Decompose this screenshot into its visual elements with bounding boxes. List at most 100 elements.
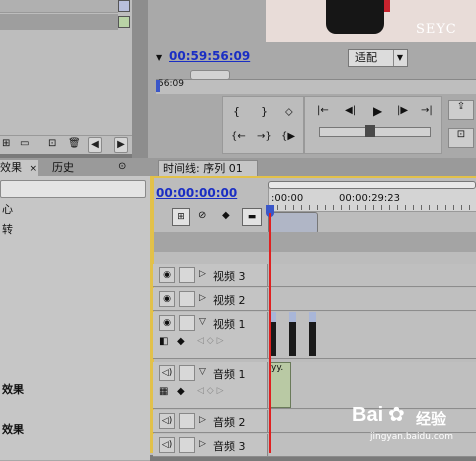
- lock-toggle[interactable]: [179, 437, 195, 453]
- eye-icon[interactable]: ◉: [159, 267, 175, 283]
- track-content[interactable]: [269, 288, 476, 310]
- timeline-tab[interactable]: 时间线: 序列 01 ×: [158, 160, 258, 191]
- close-icon[interactable]: ×: [26, 164, 38, 174]
- expand-track-icon[interactable]: ▷: [199, 415, 206, 425]
- step-back-icon[interactable]: ◀|: [345, 105, 356, 116]
- work-area-region[interactable]: [268, 212, 318, 234]
- effects-search-input[interactable]: [0, 180, 146, 198]
- collapse-track-icon[interactable]: ▽: [199, 317, 206, 327]
- keyframe-nav-icon[interactable]: ◁ ◇ ▷: [197, 336, 224, 346]
- play-in-out-icon[interactable]: {▶: [281, 131, 295, 142]
- effects-list-item[interactable]: [0, 280, 150, 301]
- watermark-brand-tail: 经验: [416, 410, 447, 428]
- track-label: 音频 3: [213, 440, 246, 453]
- lock-toggle[interactable]: [179, 267, 195, 283]
- source-playhead[interactable]: [156, 80, 160, 92]
- effects-list-item[interactable]: [0, 340, 150, 361]
- panel-divider[interactable]: [132, 0, 148, 160]
- export-frame-button[interactable]: ⊡: [448, 128, 474, 148]
- track-video[interactable]: ◉ ▽ 视频 1 ◧ ◆ ◁ ◇ ▷: [153, 312, 476, 359]
- timeline-timecode[interactable]: 00:00:00:00: [156, 186, 237, 200]
- tab-history[interactable]: 历史: [52, 161, 74, 175]
- track-video[interactable]: ◉ ▷ 视频 2: [153, 288, 476, 311]
- waveform-icon[interactable]: ▦: [159, 386, 168, 397]
- track-content[interactable]: [269, 312, 476, 358]
- folder-icon[interactable]: ▭: [20, 138, 29, 149]
- go-to-out-icon[interactable]: →}: [257, 131, 272, 142]
- lock-toggle[interactable]: [179, 413, 195, 429]
- forward-arrow-icon[interactable]: ▶: [114, 137, 128, 153]
- source-ruler[interactable]: 56:09: [156, 70, 476, 94]
- effects-list-item[interactable]: 效果: [0, 420, 150, 441]
- track-video[interactable]: ◉ ▷ 视频 3: [153, 264, 476, 287]
- monitor-panel: SEYC ▼ 00:59:56:09 适配 ▼ 56:09 { } ⬦ {← →…: [148, 0, 476, 158]
- trash-icon[interactable]: 🗑: [68, 138, 81, 149]
- expand-track-icon[interactable]: ▷: [199, 269, 206, 279]
- video-figure: [326, 0, 384, 34]
- video-clip[interactable]: [309, 312, 316, 356]
- effects-list-item[interactable]: [0, 240, 150, 261]
- work-area-icon[interactable]: ▬: [242, 208, 262, 226]
- tab-effects[interactable]: 效果 ×: [0, 160, 38, 176]
- color-swatch: [118, 0, 130, 12]
- eye-icon[interactable]: ◉: [159, 315, 175, 331]
- lock-toggle[interactable]: [179, 315, 195, 331]
- track-content[interactable]: [269, 264, 476, 286]
- effects-list-item[interactable]: [0, 300, 150, 321]
- jog-shuttle[interactable]: [319, 127, 431, 137]
- keyframe-nav-icon[interactable]: ◁ ◇ ▷: [197, 386, 224, 396]
- show-keyframes-icon[interactable]: ◆: [177, 336, 185, 347]
- panel-menu-icon[interactable]: ⊙: [118, 161, 126, 172]
- video-clip[interactable]: [289, 312, 296, 356]
- back-arrow-icon[interactable]: ◀: [88, 137, 102, 153]
- timeline-playhead-line[interactable]: [269, 213, 271, 453]
- list-icon[interactable]: ⊞: [2, 138, 10, 149]
- speaker-icon[interactable]: ◁): [159, 413, 175, 429]
- mark-in-icon[interactable]: {: [233, 105, 240, 118]
- effects-list-item[interactable]: 心: [0, 200, 150, 221]
- lift-button[interactable]: ⇪: [448, 100, 474, 120]
- timeline-ruler[interactable]: :00:00 00:00:29:23: [268, 186, 476, 212]
- speaker-icon[interactable]: ◁): [159, 437, 175, 453]
- expand-track-icon[interactable]: ▷: [199, 293, 206, 303]
- audio-clip[interactable]: yy.: [269, 362, 291, 408]
- go-to-in-icon[interactable]: {←: [231, 131, 246, 142]
- expand-track-icon[interactable]: ▷: [199, 439, 206, 449]
- set-marker-icon[interactable]: ⊘: [198, 210, 206, 221]
- project-row[interactable]: [0, 0, 118, 13]
- keyframe-icon[interactable]: ◆: [222, 210, 230, 221]
- mark-out-icon[interactable]: }: [261, 105, 268, 118]
- collapse-track-icon[interactable]: ▽: [199, 367, 206, 377]
- display-style-icon[interactable]: ◧: [159, 336, 168, 347]
- effects-list-item[interactable]: [0, 360, 150, 381]
- step-to-end-icon[interactable]: →|: [421, 105, 433, 116]
- speaker-icon[interactable]: ◁): [159, 365, 175, 381]
- lock-toggle[interactable]: [179, 291, 195, 307]
- new-item-icon[interactable]: ⊡: [48, 138, 56, 149]
- play-icon[interactable]: ▶: [373, 104, 382, 118]
- project-row-selected[interactable]: [0, 14, 118, 30]
- snap-button[interactable]: ⊞: [172, 208, 190, 226]
- effects-list-item[interactable]: 转: [0, 220, 150, 241]
- effects-list-item[interactable]: [0, 440, 150, 461]
- fit-dropdown[interactable]: 适配 ▼: [348, 49, 408, 67]
- show-keyframes-icon[interactable]: ◆: [177, 386, 185, 397]
- effects-list-item[interactable]: [0, 260, 150, 281]
- effects-list-item-label: 转: [2, 223, 13, 236]
- track-header-strip: [154, 232, 476, 252]
- marker-icon[interactable]: ⬦: [285, 105, 293, 119]
- effects-list-item-label: 效果: [2, 383, 24, 396]
- program-controls: |← ◀| ▶ |▶ →|: [304, 96, 442, 154]
- step-forward-icon[interactable]: |▶: [397, 105, 408, 116]
- source-menu-icon[interactable]: ▼: [156, 53, 162, 62]
- source-timecode[interactable]: 00:59:56:09: [169, 49, 250, 63]
- effects-list-item[interactable]: 效果: [0, 380, 150, 401]
- effects-list-item[interactable]: [0, 400, 150, 421]
- effects-list-item-label: [0, 403, 2, 416]
- lock-toggle[interactable]: [179, 365, 195, 381]
- effects-list-item[interactable]: [0, 320, 150, 341]
- work-area-bar[interactable]: [268, 181, 476, 189]
- eye-icon[interactable]: ◉: [159, 291, 175, 307]
- shuttle-slider[interactable]: [365, 125, 375, 137]
- step-to-start-icon[interactable]: |←: [317, 105, 329, 116]
